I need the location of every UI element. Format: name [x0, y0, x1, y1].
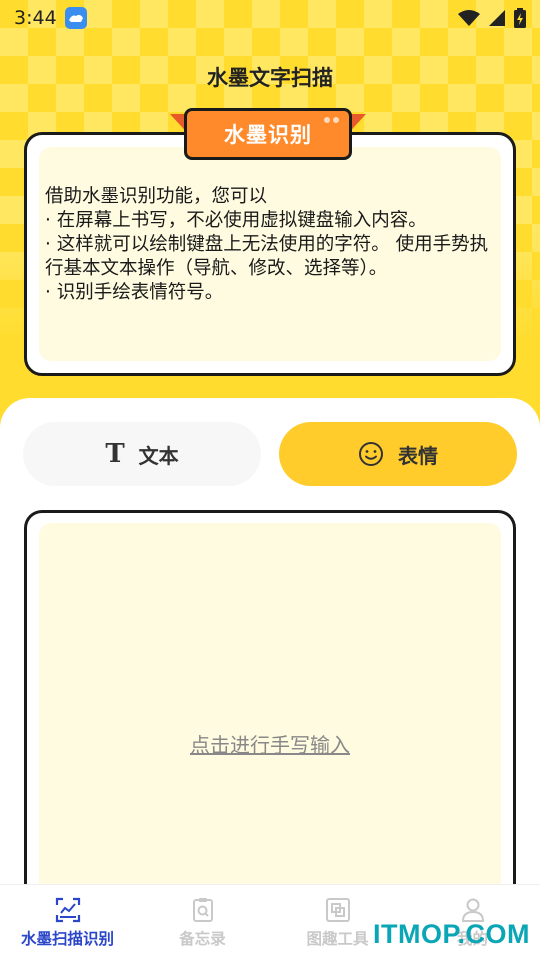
tab-emoji[interactable]: 表情 [279, 422, 517, 486]
status-bar: 3:44 [0, 0, 540, 36]
app-notification-icon [64, 7, 87, 29]
handwriting-area[interactable]: 点击进行手写输入 [24, 510, 516, 910]
nav-item-memo[interactable]: 备忘录 [135, 885, 270, 960]
page-title: 水墨文字扫描 [207, 66, 333, 90]
info-card-text: 借助水墨识别功能，您可以 · 在屏幕上书写，不必使用虚拟键盘输入内容。 · 这样… [45, 185, 501, 305]
smiley-icon [359, 442, 383, 466]
battery-icon [514, 8, 526, 28]
wifi-icon [458, 10, 480, 26]
card-badge-label: 水墨识别 [184, 108, 352, 160]
info-card: 借助水墨识别功能，您可以 · 在屏幕上书写，不必使用虚拟键盘输入内容。 · 这样… [24, 132, 516, 376]
card-badge: 水墨识别 [170, 106, 366, 162]
info-line: · 识别手绘表情符号。 [45, 282, 224, 303]
tab-emoji-label: 表情 [398, 443, 438, 468]
nav-label: 备忘录 [179, 929, 226, 948]
nav-label: 水墨扫描识别 [20, 929, 114, 948]
text-T-icon: T [105, 439, 125, 469]
site-watermark: ITMOP.COM [372, 919, 530, 949]
tab-text-label: 文本 [138, 443, 179, 468]
signal-icon [489, 10, 505, 26]
status-time: 3:44 [14, 7, 57, 29]
info-line: 借助水墨识别功能，您可以 [45, 186, 268, 207]
handwriting-canvas[interactable]: 点击进行手写输入 [39, 523, 501, 910]
tools-icon [325, 897, 350, 922]
info-line: · 在屏幕上书写，不必使用虚拟键盘输入内容。 [45, 210, 427, 231]
tab-text[interactable]: T 文本 [23, 422, 261, 486]
scan-icon [55, 897, 80, 922]
info-line: · 这样就可以绘制键盘上无法使用的字符。 使用手势执行基本文本操作（导航、修改、… [45, 234, 489, 279]
nav-label: 图趣工具 [306, 929, 369, 948]
badge-dots [324, 117, 339, 123]
status-icons [458, 8, 526, 28]
card-badge-text: 水墨识别 [224, 123, 312, 147]
nav-item-scan[interactable]: 水墨扫描识别 [0, 885, 135, 960]
handwriting-hint[interactable]: 点击进行手写输入 [39, 729, 501, 758]
memo-icon [192, 897, 213, 922]
